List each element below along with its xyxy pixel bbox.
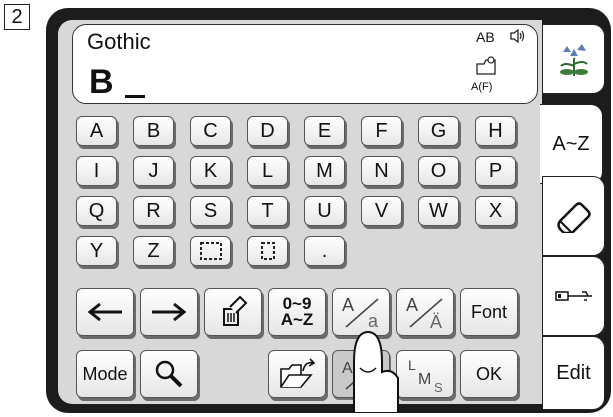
key-z[interactable]: Z: [133, 236, 174, 266]
key-n[interactable]: N: [361, 156, 402, 186]
key-v[interactable]: V: [361, 196, 402, 226]
key-w[interactable]: W: [418, 196, 459, 226]
key-y[interactable]: Y: [76, 236, 117, 266]
pocket-icon: [476, 56, 496, 75]
wide-space-icon: [199, 242, 222, 260]
uppercase-lowercase-icon: A a: [342, 295, 379, 331]
retrieve-button[interactable]: [268, 350, 326, 398]
key-e[interactable]: E: [304, 116, 345, 146]
narrow-space-icon: [260, 242, 275, 260]
tab-eraser[interactable]: [542, 176, 605, 256]
umlaut-button[interactable]: A Ä: [396, 288, 454, 336]
size-button[interactable]: L M S: [396, 350, 454, 398]
open-folder-icon: [280, 358, 316, 388]
ok-button[interactable]: OK: [460, 350, 518, 398]
flower-icon: [559, 44, 588, 76]
search-button[interactable]: [140, 350, 198, 398]
key-s[interactable]: S: [190, 196, 231, 226]
input-text: B: [89, 63, 116, 101]
cursor-right-button[interactable]: [140, 288, 198, 336]
hand-pointer-icon: [353, 330, 399, 412]
delete-icon: [223, 295, 248, 326]
key-i[interactable]: I: [76, 156, 117, 186]
cursor-left-button[interactable]: [76, 288, 134, 336]
numbers-button[interactable]: 0~9 A~Z: [268, 288, 326, 336]
font-button[interactable]: Font: [460, 288, 518, 336]
svg-text:A: A: [342, 295, 354, 315]
svg-text:L: L: [408, 357, 416, 373]
tab-usb[interactable]: [542, 256, 605, 336]
key-q[interactable]: Q: [76, 196, 117, 226]
svg-text:M: M: [418, 371, 431, 388]
key-j[interactable]: J: [133, 156, 174, 186]
svg-text:Ä: Ä: [430, 312, 442, 331]
key-f[interactable]: F: [361, 116, 402, 146]
tab-embroidery[interactable]: [542, 24, 605, 94]
speaker-icon: [510, 28, 525, 44]
pocket-label: A(F): [471, 81, 493, 93]
accented-letters-icon: A Ä: [406, 295, 443, 331]
letter-size-icon: L M S: [408, 357, 443, 394]
key-k[interactable]: K: [190, 156, 231, 186]
key-u[interactable]: U: [304, 196, 345, 226]
search-icon: [155, 360, 183, 388]
tab-alphabet[interactable]: A~Z: [540, 104, 603, 184]
mode-button[interactable]: Mode: [76, 350, 134, 398]
numbers-label-bottom: A~Z: [280, 310, 314, 329]
key-t[interactable]: T: [247, 196, 288, 226]
key-r[interactable]: R: [133, 196, 174, 226]
key-x[interactable]: X: [475, 196, 516, 226]
key-period[interactable]: .: [304, 236, 345, 266]
wide-space-key[interactable]: [190, 236, 231, 266]
right-arrow-icon: [152, 302, 187, 322]
key-l[interactable]: L: [247, 156, 288, 186]
text-cursor: [125, 95, 145, 98]
key-d[interactable]: D: [247, 116, 288, 146]
key-h[interactable]: H: [475, 116, 516, 146]
delete-button[interactable]: [204, 288, 262, 336]
key-p[interactable]: P: [475, 156, 516, 186]
key-m[interactable]: M: [304, 156, 345, 186]
tab-edit[interactable]: Edit: [542, 336, 605, 410]
text-display: Gothic B AB A(F): [72, 24, 538, 104]
usb-icon: [554, 291, 592, 301]
font-name: Gothic: [87, 29, 151, 54]
key-g[interactable]: G: [418, 116, 459, 146]
key-c[interactable]: C: [190, 116, 231, 146]
key-a[interactable]: A: [76, 116, 117, 146]
svg-text:S: S: [434, 380, 443, 394]
eraser-icon: [556, 202, 591, 233]
left-arrow-icon: [87, 302, 122, 322]
key-o[interactable]: O: [418, 156, 459, 186]
step-number: 2: [4, 4, 30, 30]
narrow-space-key[interactable]: [247, 236, 288, 266]
svg-text:A: A: [406, 295, 418, 315]
case-indicator: AB: [476, 29, 495, 45]
key-b[interactable]: B: [133, 116, 174, 146]
